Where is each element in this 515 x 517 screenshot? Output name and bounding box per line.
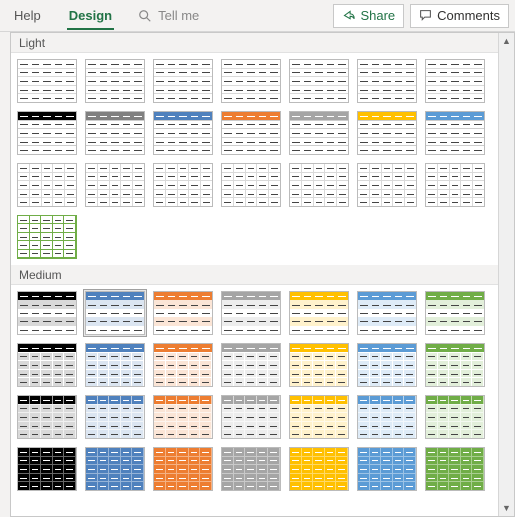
table-style-swatch[interactable] [423,393,487,441]
tell-me-search[interactable]: Tell me [126,8,211,23]
table-style-swatch[interactable] [287,289,351,337]
table-style-swatch[interactable] [83,109,147,157]
share-icon [342,9,355,22]
table-style-swatch[interactable] [83,445,147,493]
scroll-track[interactable] [499,49,514,500]
table-style-swatch[interactable] [151,393,215,441]
style-grid-light [11,53,498,265]
comment-icon [419,9,432,22]
table-style-swatch[interactable] [83,393,147,441]
table-style-swatch[interactable] [15,445,79,493]
table-style-swatch[interactable] [287,393,351,441]
table-style-swatch[interactable] [15,57,79,105]
table-style-swatch[interactable] [219,341,283,389]
table-style-swatch[interactable] [423,57,487,105]
scroll-down-button[interactable]: ▼ [499,500,514,516]
share-button[interactable]: Share [333,4,404,28]
section-header-medium: Medium [11,265,498,285]
style-grid-medium [11,285,498,497]
tab-design[interactable]: Design [55,0,126,32]
comments-label: Comments [437,8,500,23]
table-style-swatch[interactable] [83,289,147,337]
table-style-swatch[interactable] [219,109,283,157]
table-style-swatch[interactable] [355,109,419,157]
table-style-swatch[interactable] [423,109,487,157]
table-style-swatch[interactable] [219,445,283,493]
table-style-swatch[interactable] [83,341,147,389]
table-style-swatch[interactable] [423,289,487,337]
table-style-swatch[interactable] [151,109,215,157]
table-style-swatch[interactable] [423,161,487,209]
table-style-swatch[interactable] [151,57,215,105]
ribbon-tabs: Help Design Tell me Share Comments [0,0,515,32]
table-style-swatch[interactable] [287,109,351,157]
tell-me-placeholder: Tell me [158,8,199,23]
table-style-swatch[interactable] [355,57,419,105]
table-style-swatch[interactable] [355,161,419,209]
table-style-swatch[interactable] [83,161,147,209]
table-style-swatch[interactable] [219,289,283,337]
table-style-swatch[interactable] [15,341,79,389]
table-style-swatch[interactable] [423,341,487,389]
scroll-up-button[interactable]: ▲ [499,33,514,49]
table-style-swatch[interactable] [287,57,351,105]
table-style-swatch[interactable] [423,445,487,493]
table-style-swatch[interactable] [15,213,79,261]
table-style-swatch[interactable] [287,161,351,209]
table-style-swatch[interactable] [355,289,419,337]
table-style-swatch[interactable] [151,341,215,389]
table-style-swatch[interactable] [151,289,215,337]
table-style-swatch[interactable] [151,161,215,209]
tab-help[interactable]: Help [0,0,55,32]
table-style-swatch[interactable] [15,161,79,209]
section-header-light: Light [11,33,498,53]
table-style-swatch[interactable] [15,289,79,337]
table-style-swatch[interactable] [355,393,419,441]
search-icon [138,9,152,23]
table-style-swatch[interactable] [83,57,147,105]
table-style-swatch[interactable] [287,445,351,493]
table-style-swatch[interactable] [15,393,79,441]
table-style-swatch[interactable] [287,341,351,389]
table-styles-gallery: Light Medium ▲ ▼ [10,32,515,517]
share-label: Share [360,8,395,23]
table-style-swatch[interactable] [219,393,283,441]
gallery-scrollbar[interactable]: ▲ ▼ [498,33,514,516]
table-style-swatch[interactable] [355,445,419,493]
comments-button[interactable]: Comments [410,4,509,28]
table-style-swatch[interactable] [219,57,283,105]
table-style-swatch[interactable] [219,161,283,209]
table-style-swatch[interactable] [355,341,419,389]
table-style-swatch[interactable] [151,445,215,493]
table-style-swatch[interactable] [15,109,79,157]
